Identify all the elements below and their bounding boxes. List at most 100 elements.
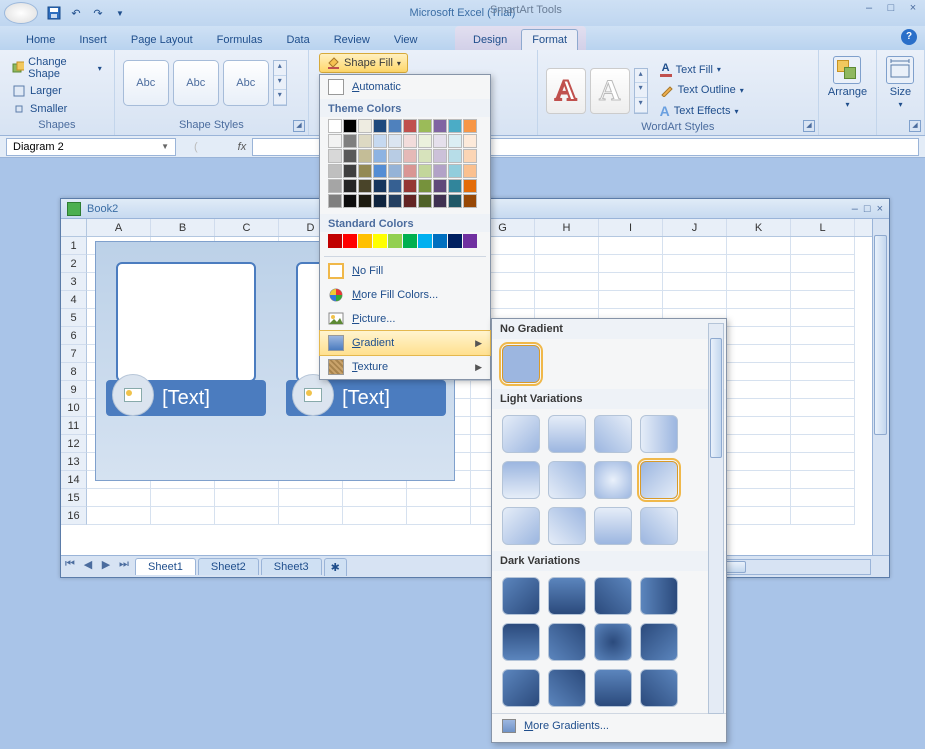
cell[interactable] bbox=[663, 273, 727, 291]
gradient-swatch-light[interactable] bbox=[548, 461, 586, 499]
save-button[interactable] bbox=[44, 3, 64, 23]
theme-color-swatch[interactable] bbox=[358, 119, 372, 133]
theme-color-swatch[interactable] bbox=[373, 194, 387, 208]
cell[interactable] bbox=[727, 435, 791, 453]
cell[interactable] bbox=[599, 255, 663, 273]
theme-color-swatch[interactable] bbox=[328, 164, 342, 178]
theme-color-swatch[interactable] bbox=[343, 149, 357, 163]
theme-color-swatch[interactable] bbox=[328, 194, 342, 208]
cell[interactable] bbox=[535, 291, 599, 309]
cell[interactable] bbox=[791, 381, 855, 399]
tab-home[interactable]: Home bbox=[16, 30, 65, 50]
cell[interactable] bbox=[791, 489, 855, 507]
cell[interactable] bbox=[791, 399, 855, 417]
text-outline-button[interactable]: Text Outline▾ bbox=[656, 81, 748, 99]
gradient-swatch-dark[interactable] bbox=[640, 669, 678, 707]
gradient-swatch-dark[interactable] bbox=[548, 623, 586, 661]
row-header[interactable]: 14 bbox=[61, 471, 87, 489]
cell[interactable] bbox=[791, 417, 855, 435]
theme-color-swatch[interactable] bbox=[388, 134, 402, 148]
cell[interactable] bbox=[535, 237, 599, 255]
theme-color-swatch[interactable] bbox=[448, 149, 462, 163]
office-button[interactable] bbox=[4, 2, 38, 24]
cell[interactable] bbox=[727, 399, 791, 417]
theme-color-swatch[interactable] bbox=[418, 149, 432, 163]
cell[interactable] bbox=[791, 309, 855, 327]
theme-color-swatch[interactable] bbox=[403, 164, 417, 178]
row-header[interactable]: 9 bbox=[61, 381, 87, 399]
theme-color-swatch[interactable] bbox=[343, 164, 357, 178]
theme-color-swatch[interactable] bbox=[388, 119, 402, 133]
more-fill-colors[interactable]: More Fill Colors... bbox=[320, 283, 490, 307]
cell[interactable] bbox=[791, 345, 855, 363]
close-button[interactable]: × bbox=[905, 2, 921, 14]
row-header[interactable]: 16 bbox=[61, 507, 87, 525]
theme-color-swatch[interactable] bbox=[448, 164, 462, 178]
theme-color-swatch[interactable] bbox=[358, 164, 372, 178]
theme-color-swatch[interactable] bbox=[328, 119, 342, 133]
theme-color-swatch[interactable] bbox=[463, 119, 477, 133]
theme-color-swatch[interactable] bbox=[358, 194, 372, 208]
larger-button[interactable]: Larger bbox=[8, 82, 106, 100]
column-header[interactable]: L bbox=[791, 219, 855, 236]
column-header[interactable]: A bbox=[87, 219, 151, 236]
row-header[interactable]: 4 bbox=[61, 291, 87, 309]
row-header[interactable]: 11 bbox=[61, 417, 87, 435]
qat-customize[interactable]: ▼ bbox=[110, 3, 130, 23]
tab-page-layout[interactable]: Page Layout bbox=[121, 30, 203, 50]
theme-color-swatch[interactable] bbox=[373, 149, 387, 163]
cell[interactable] bbox=[791, 273, 855, 291]
new-sheet-button[interactable]: ✱ bbox=[324, 558, 347, 576]
workbook-minimize[interactable]: – bbox=[852, 203, 858, 215]
gradient-scrollbar[interactable] bbox=[708, 323, 724, 714]
theme-color-swatch[interactable] bbox=[433, 194, 447, 208]
gradient-swatch-none[interactable] bbox=[502, 345, 540, 383]
column-header[interactable]: H bbox=[535, 219, 599, 236]
gradient-swatch-dark[interactable] bbox=[594, 669, 632, 707]
theme-color-swatch[interactable] bbox=[358, 134, 372, 148]
undo-button[interactable]: ↶ bbox=[66, 3, 86, 23]
cell[interactable] bbox=[791, 435, 855, 453]
theme-color-swatch[interactable] bbox=[418, 164, 432, 178]
sheet-tab[interactable]: Sheet1 bbox=[135, 558, 196, 575]
shape-style-preset[interactable]: Abc bbox=[223, 60, 269, 106]
cell[interactable] bbox=[727, 417, 791, 435]
theme-color-swatch[interactable] bbox=[373, 119, 387, 133]
cell[interactable] bbox=[727, 381, 791, 399]
more-gradients[interactable]: More Gradients... bbox=[492, 713, 726, 738]
gradient-swatch-light[interactable] bbox=[502, 507, 540, 545]
theme-color-swatch[interactable] bbox=[343, 119, 357, 133]
sheet-nav-last[interactable]: ⏭ bbox=[115, 558, 133, 576]
cell[interactable] bbox=[791, 291, 855, 309]
restore-button[interactable]: □ bbox=[883, 2, 899, 14]
column-header[interactable]: C bbox=[215, 219, 279, 236]
cell[interactable] bbox=[727, 291, 791, 309]
theme-color-swatch[interactable] bbox=[418, 119, 432, 133]
sheet-tab[interactable]: Sheet2 bbox=[198, 558, 259, 575]
theme-color-swatch[interactable] bbox=[448, 134, 462, 148]
standard-color-swatch[interactable] bbox=[328, 234, 342, 248]
standard-color-swatch[interactable] bbox=[373, 234, 387, 248]
cell[interactable] bbox=[215, 507, 279, 525]
sheet-nav-next[interactable]: ▶ bbox=[97, 558, 115, 576]
column-header[interactable]: K bbox=[727, 219, 791, 236]
wordart-style-preset[interactable]: A bbox=[546, 68, 586, 114]
workbook-restore[interactable]: □ bbox=[864, 203, 871, 215]
cell[interactable] bbox=[727, 237, 791, 255]
cell[interactable] bbox=[727, 453, 791, 471]
wordart-launcher[interactable]: ◢ bbox=[803, 120, 815, 132]
smartart-picture-placeholder[interactable] bbox=[116, 262, 256, 382]
theme-color-swatch[interactable] bbox=[328, 179, 342, 193]
row-header[interactable]: 2 bbox=[61, 255, 87, 273]
shape-styles-more[interactable]: ▴▾▾ bbox=[273, 60, 287, 106]
gradient-swatch-dark[interactable] bbox=[548, 669, 586, 707]
theme-color-swatch[interactable] bbox=[463, 149, 477, 163]
gradient-fill[interactable]: Gradient▶ bbox=[319, 330, 491, 356]
cell[interactable] bbox=[663, 255, 727, 273]
redo-button[interactable]: ↷ bbox=[88, 3, 108, 23]
cell[interactable] bbox=[407, 507, 471, 525]
no-fill-option[interactable]: No Fill bbox=[320, 259, 490, 283]
gradient-swatch-light[interactable] bbox=[594, 415, 632, 453]
cell[interactable] bbox=[791, 507, 855, 525]
cell[interactable] bbox=[663, 291, 727, 309]
